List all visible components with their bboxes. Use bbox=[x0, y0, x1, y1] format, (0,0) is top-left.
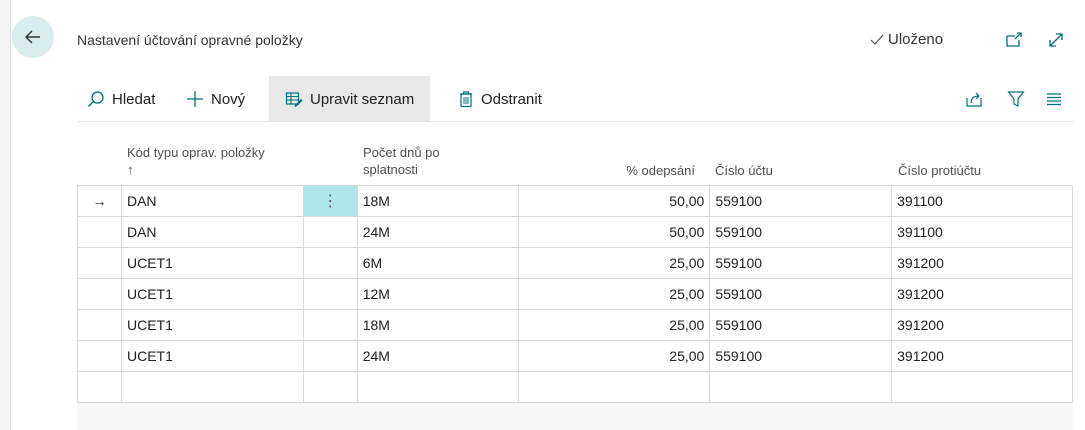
back-arrow-icon bbox=[25, 30, 40, 44]
column-header-code[interactable]: Kód typu oprav. položky ↑ bbox=[127, 144, 265, 178]
row-indicator bbox=[77, 278, 122, 310]
saved-status: Uloženo bbox=[870, 31, 943, 48]
column-header-days[interactable]: Počet dnů po splatnosti bbox=[363, 144, 440, 178]
cell-code[interactable]: UCET1 bbox=[120, 278, 304, 310]
column-header-account[interactable]: Číslo účtu bbox=[715, 162, 773, 179]
cell-balancing-account[interactable]: 391200 bbox=[891, 278, 1073, 310]
edit-list-label: Upravit seznam bbox=[310, 90, 415, 108]
table-row[interactable]: UCET1 24M 25,00 559100 391200 bbox=[77, 340, 1073, 372]
cell-code[interactable]: DAN bbox=[120, 216, 304, 248]
cell-balancing-account[interactable]: 391200 bbox=[891, 340, 1073, 372]
cell-percent[interactable]: 25,00 bbox=[517, 309, 711, 341]
plus-icon bbox=[187, 91, 203, 107]
cell-account[interactable]: 559100 bbox=[709, 216, 893, 248]
delete-label: Odstranit bbox=[481, 90, 542, 108]
cell-percent[interactable] bbox=[517, 371, 711, 403]
cell-account[interactable]: 559100 bbox=[709, 185, 893, 217]
cell-days[interactable]: 18M bbox=[356, 309, 519, 341]
column-header-percent[interactable]: % odepsání bbox=[626, 162, 695, 179]
cell-balancing-account[interactable]: 391200 bbox=[891, 247, 1073, 279]
grid-table: → DAN ⋮ 18M 50,00 559100 391100 DAN 24M … bbox=[77, 185, 1073, 403]
column-header-days-line1: Počet dnů po bbox=[363, 145, 440, 160]
cell-code[interactable]: UCET1 bbox=[120, 340, 304, 372]
table-row[interactable]: → DAN ⋮ 18M 50,00 559100 391100 bbox=[77, 185, 1073, 217]
trash-icon bbox=[460, 91, 472, 108]
checkmark-icon bbox=[870, 34, 884, 45]
table-row[interactable]: DAN 24M 50,00 559100 391100 bbox=[77, 216, 1073, 248]
sort-ascending-icon: ↑ bbox=[127, 162, 134, 177]
cell-account[interactable]: 559100 bbox=[709, 278, 893, 310]
filter-icon[interactable] bbox=[1007, 90, 1025, 108]
row-menu-button[interactable] bbox=[302, 340, 358, 372]
search-label: Hledat bbox=[112, 90, 156, 108]
cell-days[interactable]: 24M bbox=[356, 340, 519, 372]
table-row[interactable]: UCET1 12M 25,00 559100 391200 bbox=[77, 278, 1073, 310]
cell-days[interactable]: 24M bbox=[356, 216, 519, 248]
cell-balancing-account[interactable]: 391100 bbox=[891, 216, 1073, 248]
column-header-code-label: Kód typu oprav. položky bbox=[127, 145, 265, 160]
list-view-icon[interactable] bbox=[1045, 90, 1063, 108]
row-menu-button[interactable] bbox=[302, 216, 358, 248]
cell-percent[interactable]: 25,00 bbox=[517, 340, 711, 372]
cell-days[interactable]: 6M bbox=[356, 247, 519, 279]
column-header-balancing-account[interactable]: Číslo protiúčtu bbox=[898, 162, 981, 179]
cell-code[interactable]: UCET1 bbox=[120, 309, 304, 341]
back-button[interactable] bbox=[12, 16, 54, 58]
new-button[interactable]: Nový bbox=[186, 76, 245, 122]
cell-percent[interactable]: 50,00 bbox=[517, 185, 711, 217]
page-title: Nastavení účtování opravné položky bbox=[77, 32, 303, 48]
cell-code[interactable] bbox=[120, 371, 304, 403]
edit-list-icon bbox=[285, 92, 303, 107]
row-menu-button[interactable] bbox=[302, 278, 358, 310]
cell-percent[interactable]: 25,00 bbox=[517, 278, 711, 310]
row-indicator bbox=[77, 371, 122, 403]
delete-button[interactable]: Odstranit bbox=[458, 76, 542, 122]
cell-days[interactable]: 18M bbox=[356, 185, 519, 217]
row-menu-button[interactable] bbox=[302, 309, 358, 341]
row-menu-button[interactable] bbox=[302, 247, 358, 279]
action-bar: Hledat Nový Upravit seznam Odstranit bbox=[77, 76, 1073, 122]
cell-account[interactable]: 559100 bbox=[709, 340, 893, 372]
share-icon[interactable] bbox=[965, 90, 983, 108]
list-grid: Kód typu oprav. položky ↑ Počet dnů po s… bbox=[77, 122, 1073, 430]
cell-balancing-account[interactable] bbox=[891, 371, 1073, 403]
left-edge-strip bbox=[0, 0, 11, 430]
row-indicator bbox=[77, 247, 122, 279]
expand-icon[interactable] bbox=[1047, 31, 1065, 49]
cell-percent[interactable]: 25,00 bbox=[517, 247, 711, 279]
vertical-dots-icon: ⋮ bbox=[322, 192, 339, 210]
cell-account[interactable] bbox=[709, 371, 893, 403]
cell-account[interactable]: 559100 bbox=[709, 309, 893, 341]
column-header-days-line2: splatnosti bbox=[363, 162, 418, 177]
table-row[interactable]: UCET1 18M 25,00 559100 391200 bbox=[77, 309, 1073, 341]
new-label: Nový bbox=[211, 90, 246, 108]
row-indicator: → bbox=[77, 185, 122, 217]
saved-label: Uloženo bbox=[888, 31, 944, 48]
new-row[interactable] bbox=[77, 371, 1073, 403]
grid-header: Kód typu oprav. položky ↑ Počet dnů po s… bbox=[77, 122, 1073, 186]
cell-balancing-account[interactable]: 391100 bbox=[891, 185, 1073, 217]
search-icon bbox=[88, 91, 104, 107]
cell-balancing-account[interactable]: 391200 bbox=[891, 309, 1073, 341]
cell-code[interactable]: UCET1 bbox=[120, 247, 304, 279]
search-button[interactable]: Hledat bbox=[87, 76, 155, 122]
cell-percent[interactable]: 50,00 bbox=[517, 216, 711, 248]
row-menu-button[interactable]: ⋮ bbox=[302, 185, 358, 217]
row-indicator bbox=[77, 216, 122, 248]
open-in-new-window-icon[interactable] bbox=[1005, 31, 1023, 49]
cell-days[interactable] bbox=[356, 371, 519, 403]
cell-days[interactable]: 12M bbox=[356, 278, 519, 310]
edit-list-button[interactable]: Upravit seznam bbox=[269, 76, 431, 122]
row-indicator bbox=[77, 309, 122, 341]
cell-account[interactable]: 559100 bbox=[709, 247, 893, 279]
row-indicator bbox=[77, 340, 122, 372]
row-menu-button[interactable] bbox=[302, 371, 358, 403]
table-row[interactable]: UCET1 6M 25,00 559100 391200 bbox=[77, 247, 1073, 279]
cell-code[interactable]: DAN bbox=[120, 185, 304, 217]
